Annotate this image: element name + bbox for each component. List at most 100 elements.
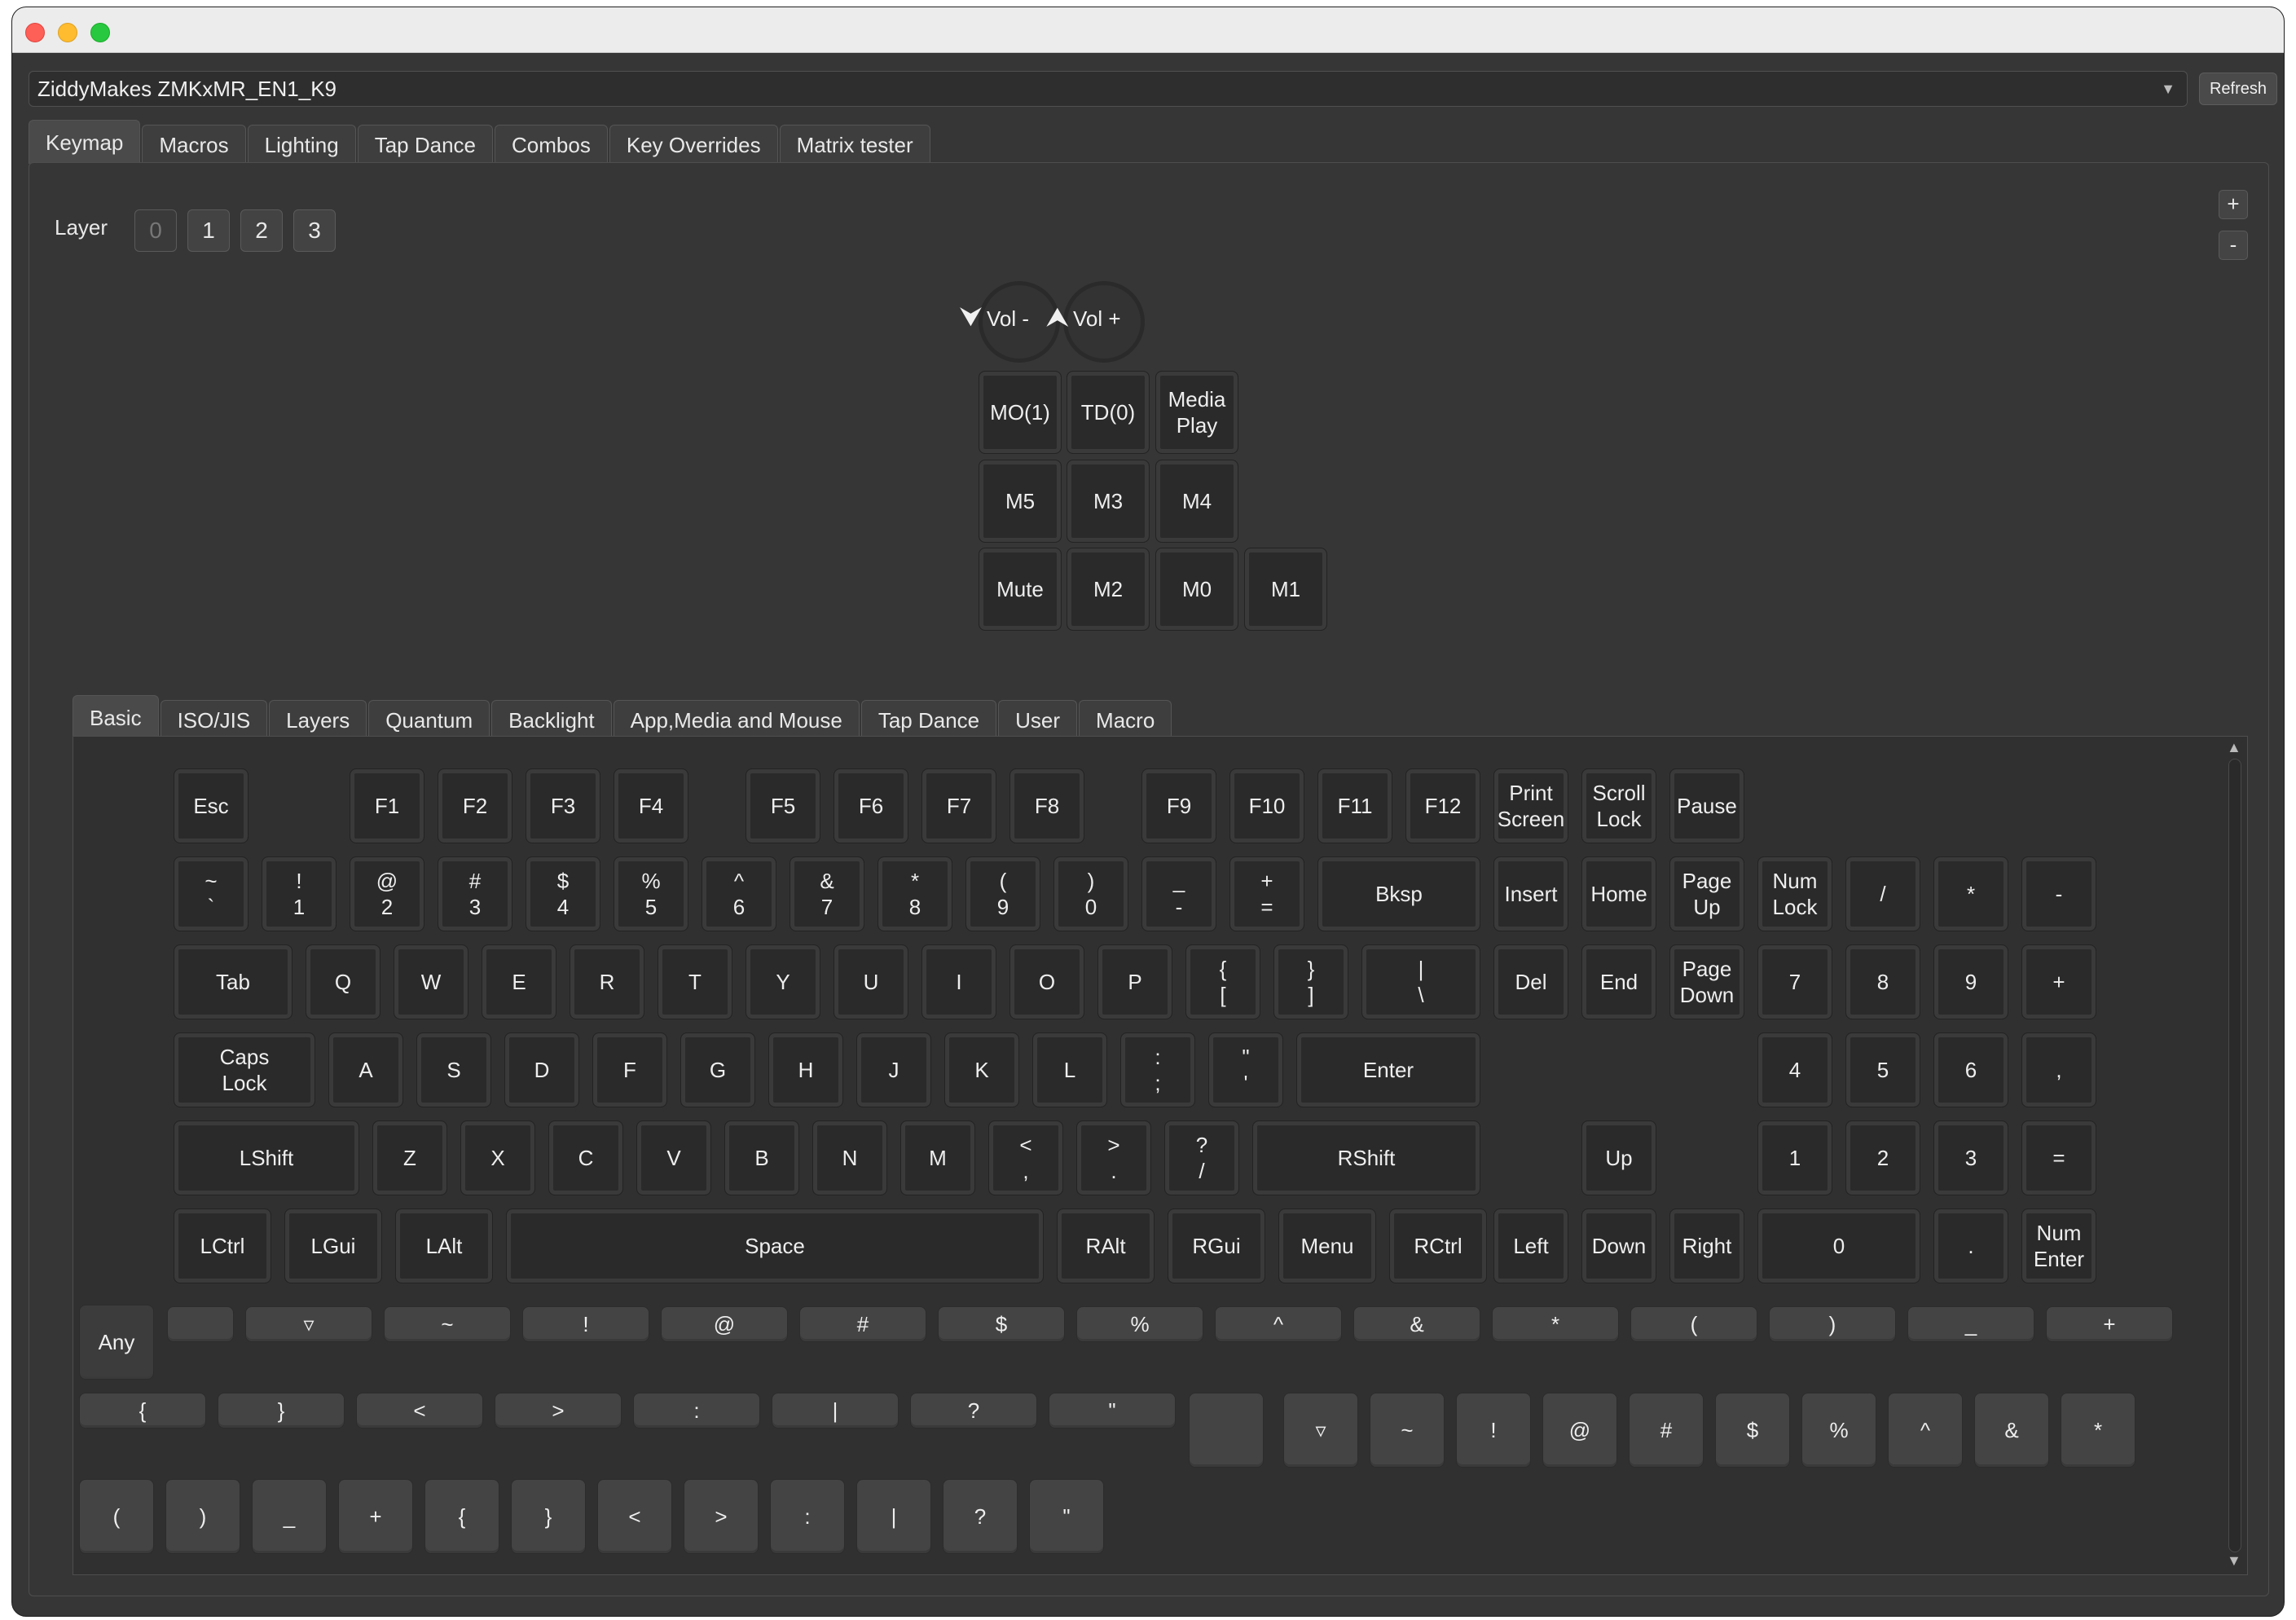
shift-key-symbol[interactable]: @ [1542,1393,1617,1468]
tab-matrix-tester[interactable]: Matrix tester [779,125,930,164]
key-rgui[interactable]: RGui [1168,1208,1265,1283]
macropad-key-mo-1[interactable]: MO(1) [979,371,1062,454]
key-t[interactable]: T [658,944,732,1019]
shift-key-symbol[interactable]: + [2046,1306,2173,1342]
scroll-track[interactable] [2228,759,2241,1552]
key-lalt[interactable]: LAlt [395,1208,493,1283]
keytab-user[interactable]: User [998,700,1078,739]
any-key[interactable]: Any [79,1305,154,1380]
key-q[interactable]: Q [306,944,380,1019]
key-5[interactable]: % 5 [614,856,688,931]
key-7[interactable]: 7 [1757,944,1832,1019]
key-symbol[interactable]: ~ ` [174,856,249,931]
key-symbol[interactable]: < , [988,1120,1063,1195]
encoder-cw-key[interactable]: Vol + [1073,306,1121,332]
key-a[interactable]: A [328,1032,403,1107]
shift-key-symbol[interactable]: ~ [384,1306,511,1342]
key-f2[interactable]: F2 [438,768,512,843]
key-f3[interactable]: F3 [526,768,600,843]
key-i[interactable]: I [921,944,996,1019]
shift-key-symbol[interactable]: ^ [1215,1306,1342,1342]
shift-key-symbol[interactable]: " [1029,1479,1104,1554]
key-symbol[interactable]: " ' [1208,1032,1283,1107]
macropad-key-mute[interactable]: Mute [979,548,1062,631]
key-8[interactable]: 8 [1845,944,1920,1019]
keytab-app-media-and-mouse[interactable]: App,Media and Mouse [613,700,860,739]
key-caps-lock[interactable]: Caps Lock [174,1032,315,1107]
shift-key-symbol[interactable]: * [1492,1306,1619,1342]
shift-key-blank[interactable] [167,1306,234,1342]
key-lgui[interactable]: LGui [284,1208,382,1283]
key-symbol[interactable]: _ - [1141,856,1216,931]
shift-key-symbol[interactable]: % [1801,1393,1876,1468]
key-l[interactable]: L [1032,1032,1107,1107]
shift-key-symbol[interactable]: | [856,1479,931,1554]
key-lshift[interactable]: LShift [174,1120,359,1195]
key-space[interactable]: Space [506,1208,1044,1283]
key-symbol[interactable]: + [2021,944,2096,1019]
shift-key-symbol[interactable]: > [684,1479,759,1554]
key-p[interactable]: P [1097,944,1172,1019]
shift-key-symbol[interactable]: % [1076,1306,1203,1342]
palette-scrollbar[interactable]: ▲ ▼ [2223,737,2246,1574]
shift-key-symbol[interactable]: < [356,1393,483,1429]
shift-key-symbol[interactable]: | [772,1393,899,1429]
key-symbol[interactable]: : ; [1120,1032,1195,1107]
minimize-window-button[interactable] [58,23,77,42]
key-symbol[interactable]: { [ [1185,944,1260,1019]
key-f8[interactable]: F8 [1009,768,1084,843]
shift-key-blank[interactable] [1189,1393,1264,1468]
shift-key-symbol[interactable]: ? [943,1479,1018,1554]
shift-key-symbol[interactable]: ~ [1370,1393,1445,1468]
key-m[interactable]: M [900,1120,975,1195]
key-lctrl[interactable]: LCtrl [174,1208,271,1283]
key-num-enter[interactable]: Num Enter [2021,1208,2096,1283]
layer-button-2[interactable]: 2 [240,209,283,252]
encoder-ccw-key[interactable]: Vol - [987,306,1029,332]
scroll-down-icon[interactable]: ▼ [2227,1552,2241,1569]
shift-key-symbol[interactable]: $ [1715,1393,1790,1468]
key-tab[interactable]: Tab [174,944,292,1019]
key-r[interactable]: R [570,944,644,1019]
shift-key-symbol[interactable]: < [597,1479,672,1554]
macropad-key-m3[interactable]: M3 [1067,460,1150,543]
key-h[interactable]: H [768,1032,843,1107]
tab-macros[interactable]: Macros [142,125,246,164]
key-symbol[interactable]: = [2021,1120,2096,1195]
key-num-lock[interactable]: Num Lock [1757,856,1832,931]
key-f12[interactable]: F12 [1405,768,1480,843]
key-w[interactable]: W [394,944,468,1019]
shift-key-symbol[interactable]: { [424,1479,499,1554]
key-7[interactable]: & 7 [790,856,864,931]
key-symbol[interactable]: - [2021,856,2096,931]
key-f1[interactable]: F1 [350,768,424,843]
shift-key-symbol[interactable]: " [1049,1393,1176,1429]
key-0[interactable]: ) 0 [1053,856,1128,931]
key-menu[interactable]: Menu [1278,1208,1376,1283]
macropad-key-m2[interactable]: M2 [1067,548,1150,631]
keytab-layers[interactable]: Layers [269,700,367,739]
key-f4[interactable]: F4 [614,768,688,843]
tab-tap-dance[interactable]: Tap Dance [357,125,494,164]
key-page-down[interactable]: Page Down [1669,944,1744,1019]
layer-button-0[interactable]: 0 [134,209,177,252]
shift-key-symbol[interactable]: ) [165,1479,240,1554]
zoom-in-button[interactable]: + [2219,190,2248,219]
key-6[interactable]: ^ 6 [702,856,776,931]
key-2[interactable]: 2 [1845,1120,1920,1195]
key-n[interactable]: N [812,1120,887,1195]
key-f[interactable]: F [592,1032,667,1107]
key-left[interactable]: Left [1493,1208,1568,1283]
shift-key-symbol[interactable]: _ [252,1479,327,1554]
key-f11[interactable]: F11 [1317,768,1392,843]
key-symbol[interactable]: + = [1229,856,1304,931]
shift-key-symbol[interactable]: ▿ [245,1306,372,1342]
key-rctrl[interactable]: RCtrl [1389,1208,1487,1283]
key-down[interactable]: Down [1581,1208,1656,1283]
shift-key-symbol[interactable]: : [770,1479,845,1554]
shift-key-symbol[interactable]: ? [910,1393,1037,1429]
layer-button-1[interactable]: 1 [187,209,230,252]
key-b[interactable]: B [724,1120,799,1195]
key-o[interactable]: O [1009,944,1084,1019]
key-rshift[interactable]: RShift [1252,1120,1480,1195]
